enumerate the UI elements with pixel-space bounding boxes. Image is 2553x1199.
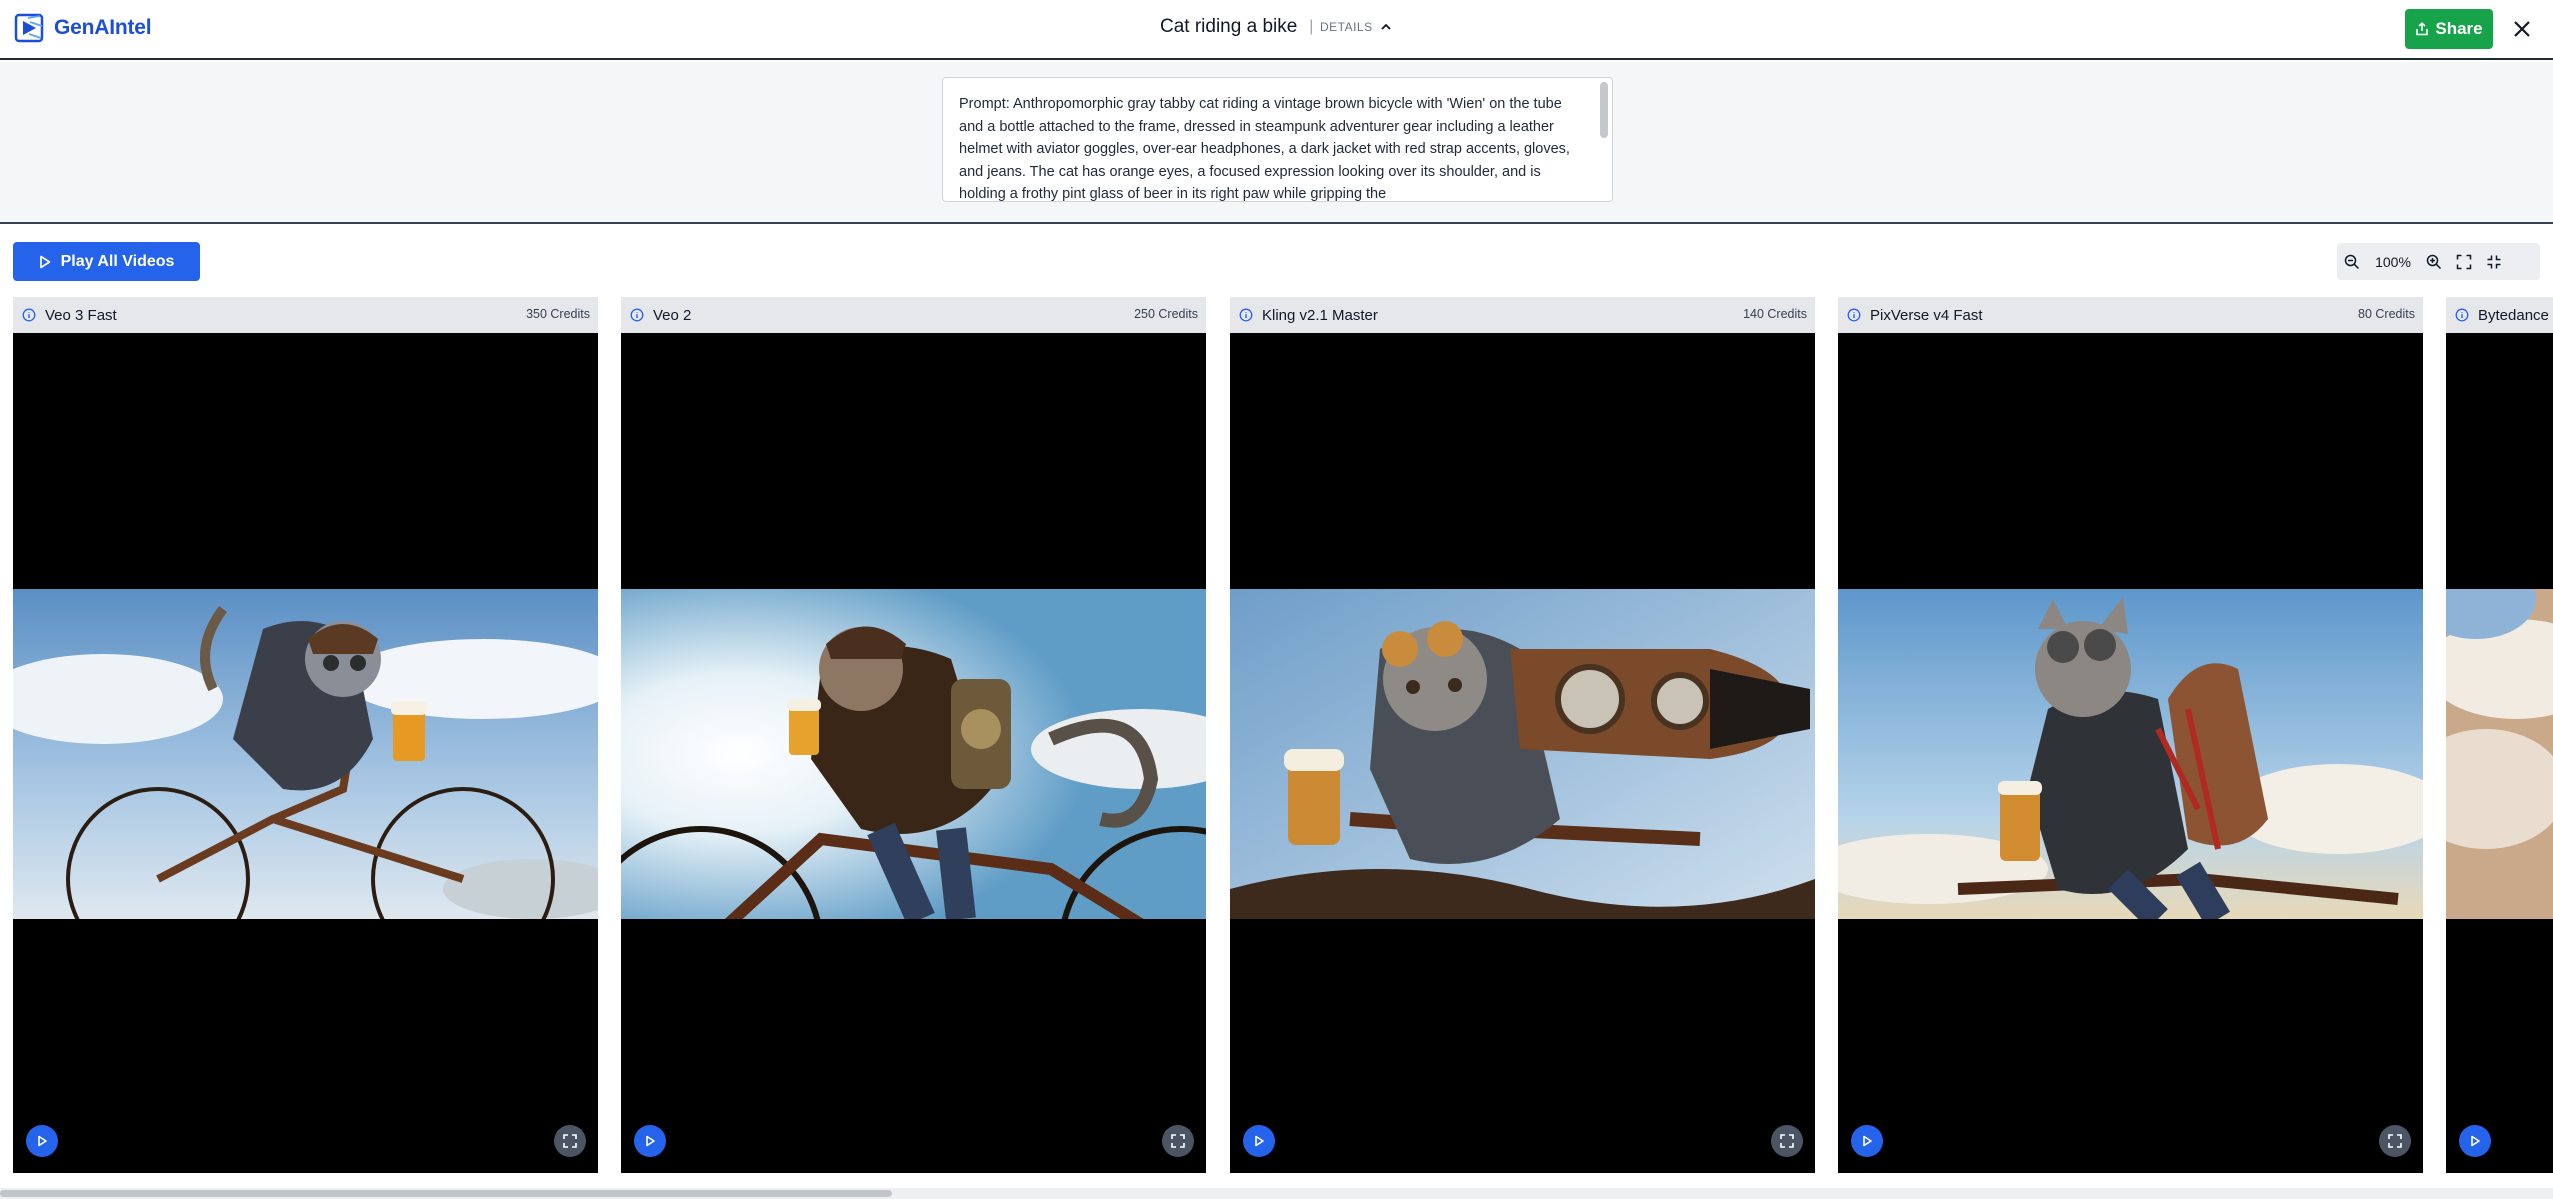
zoom-level: 100% — [2375, 253, 2411, 270]
fullscreen-button[interactable] — [2379, 1125, 2411, 1157]
cloud-sky-image — [2446, 589, 2553, 919]
play-button[interactable] — [1243, 1125, 1275, 1157]
play-icon — [2471, 1135, 2480, 1147]
play-all-videos-button[interactable]: Play All Videos — [13, 242, 200, 281]
info-icon[interactable] — [630, 308, 644, 322]
credits-badge: 350 Credits — [526, 307, 590, 321]
details-toggle[interactable]: | DETAILS — [1309, 18, 1392, 36]
play-icon — [1255, 1135, 1264, 1147]
video-card: Veo 3 Fast 350 Credits — [13, 297, 598, 1173]
top-bar: GenAIntel Cat riding a bike | DETAILS Sh… — [0, 0, 2553, 60]
video-card: Veo 2 250 Credits — [621, 297, 1206, 1173]
cat-on-bike-image — [1230, 589, 1815, 919]
model-name: Bytedance — [2478, 306, 2549, 324]
page-title: Cat riding a bike — [1160, 16, 1298, 37]
info-icon[interactable] — [22, 308, 36, 322]
zoom-in-icon — [2426, 254, 2442, 269]
logo-icon — [14, 13, 44, 43]
play-icon — [38, 1135, 47, 1147]
play-icon — [646, 1135, 655, 1147]
card-header: Kling v2.1 Master 140 Credits — [1230, 297, 1815, 333]
video-card: Bytedance — [2446, 297, 2553, 1173]
credits-badge: 250 Credits — [1134, 307, 1198, 321]
close-button[interactable] — [2507, 14, 2537, 44]
play-icon — [39, 255, 50, 268]
details-label: DETAILS — [1319, 20, 1373, 34]
share-icon — [2416, 22, 2429, 36]
share-button[interactable]: Share — [2405, 9, 2493, 49]
expand-icon — [2456, 254, 2472, 269]
credits-badge: 140 Credits — [1743, 307, 1807, 321]
model-name: Kling v2.1 Master — [1262, 306, 1378, 324]
scrollbar-thumb[interactable] — [0, 1190, 892, 1197]
video-frame[interactable] — [2446, 589, 2553, 919]
zoom-in-button[interactable] — [2419, 243, 2449, 280]
close-icon — [2514, 21, 2530, 37]
model-name: PixVerse v4 Fast — [1870, 306, 1983, 324]
fullscreen-icon — [1780, 1134, 1794, 1148]
model-name: Veo 3 Fast — [45, 306, 117, 324]
divider: | — [1309, 18, 1314, 35]
zoom-out-button[interactable] — [2337, 243, 2367, 280]
fullscreen-button[interactable] — [1162, 1125, 1194, 1157]
video-frame[interactable] — [13, 589, 598, 919]
fullscreen-icon — [563, 1134, 577, 1148]
prompt-box[interactable]: Prompt: Anthropomorphic gray tabby cat r… — [942, 77, 1613, 202]
prompt-panel: Prompt: Anthropomorphic gray tabby cat r… — [0, 62, 2553, 224]
cat-on-bike-image — [1838, 589, 2423, 919]
title-area: Cat riding a bike | DETAILS — [1160, 16, 1393, 38]
chevron-up-icon — [1380, 23, 1391, 30]
cat-on-bike-image — [621, 589, 1206, 919]
card-header: PixVerse v4 Fast 80 Credits — [1838, 297, 2423, 333]
share-label: Share — [2435, 19, 2483, 38]
zoom-out-icon — [2344, 254, 2360, 269]
video-card: PixVerse v4 Fast 80 Credits — [1838, 297, 2423, 1173]
video-frame[interactable] — [1838, 589, 2423, 919]
cat-on-bike-image — [13, 589, 598, 919]
card-header: Veo 3 Fast 350 Credits — [13, 297, 598, 333]
play-icon — [1863, 1135, 1872, 1147]
fullscreen-button[interactable] — [554, 1125, 586, 1157]
logo[interactable]: GenAIntel — [14, 12, 152, 44]
play-button[interactable] — [634, 1125, 666, 1157]
model-name: Veo 2 — [653, 306, 692, 324]
play-button[interactable] — [2459, 1125, 2491, 1157]
fullscreen-icon — [1171, 1134, 1185, 1148]
video-card: Kling v2.1 Master 140 Credits — [1230, 297, 1815, 1173]
info-icon[interactable] — [1847, 308, 1861, 322]
video-frame[interactable] — [1230, 589, 1815, 919]
info-icon[interactable] — [2455, 308, 2469, 322]
prompt-scrollbar[interactable] — [1600, 82, 1608, 138]
fullscreen-icon — [2388, 1134, 2402, 1148]
fit-screen-button[interactable] — [2449, 243, 2479, 280]
horizontal-scrollbar[interactable] — [0, 1188, 2553, 1199]
play-button[interactable] — [26, 1125, 58, 1157]
play-button[interactable] — [1851, 1125, 1883, 1157]
brand-name: GenAIntel — [54, 16, 152, 39]
video-grid: Veo 3 Fast 350 Credits Veo 2 250 Credits… — [0, 297, 2553, 1173]
fullscreen-button[interactable] — [1771, 1125, 1803, 1157]
shrink-button[interactable] — [2479, 243, 2509, 280]
card-header: Bytedance — [2446, 297, 2553, 333]
collapse-icon — [2487, 255, 2501, 268]
info-icon[interactable] — [1239, 308, 1253, 322]
zoom-controls: 100% — [2337, 243, 2540, 280]
play-all-label: Play All Videos — [60, 252, 175, 270]
card-header: Veo 2 250 Credits — [621, 297, 1206, 333]
prompt-text: Prompt: Anthropomorphic gray tabby cat r… — [959, 96, 1570, 202]
credits-badge: 80 Credits — [2358, 307, 2415, 321]
video-frame[interactable] — [621, 589, 1206, 919]
